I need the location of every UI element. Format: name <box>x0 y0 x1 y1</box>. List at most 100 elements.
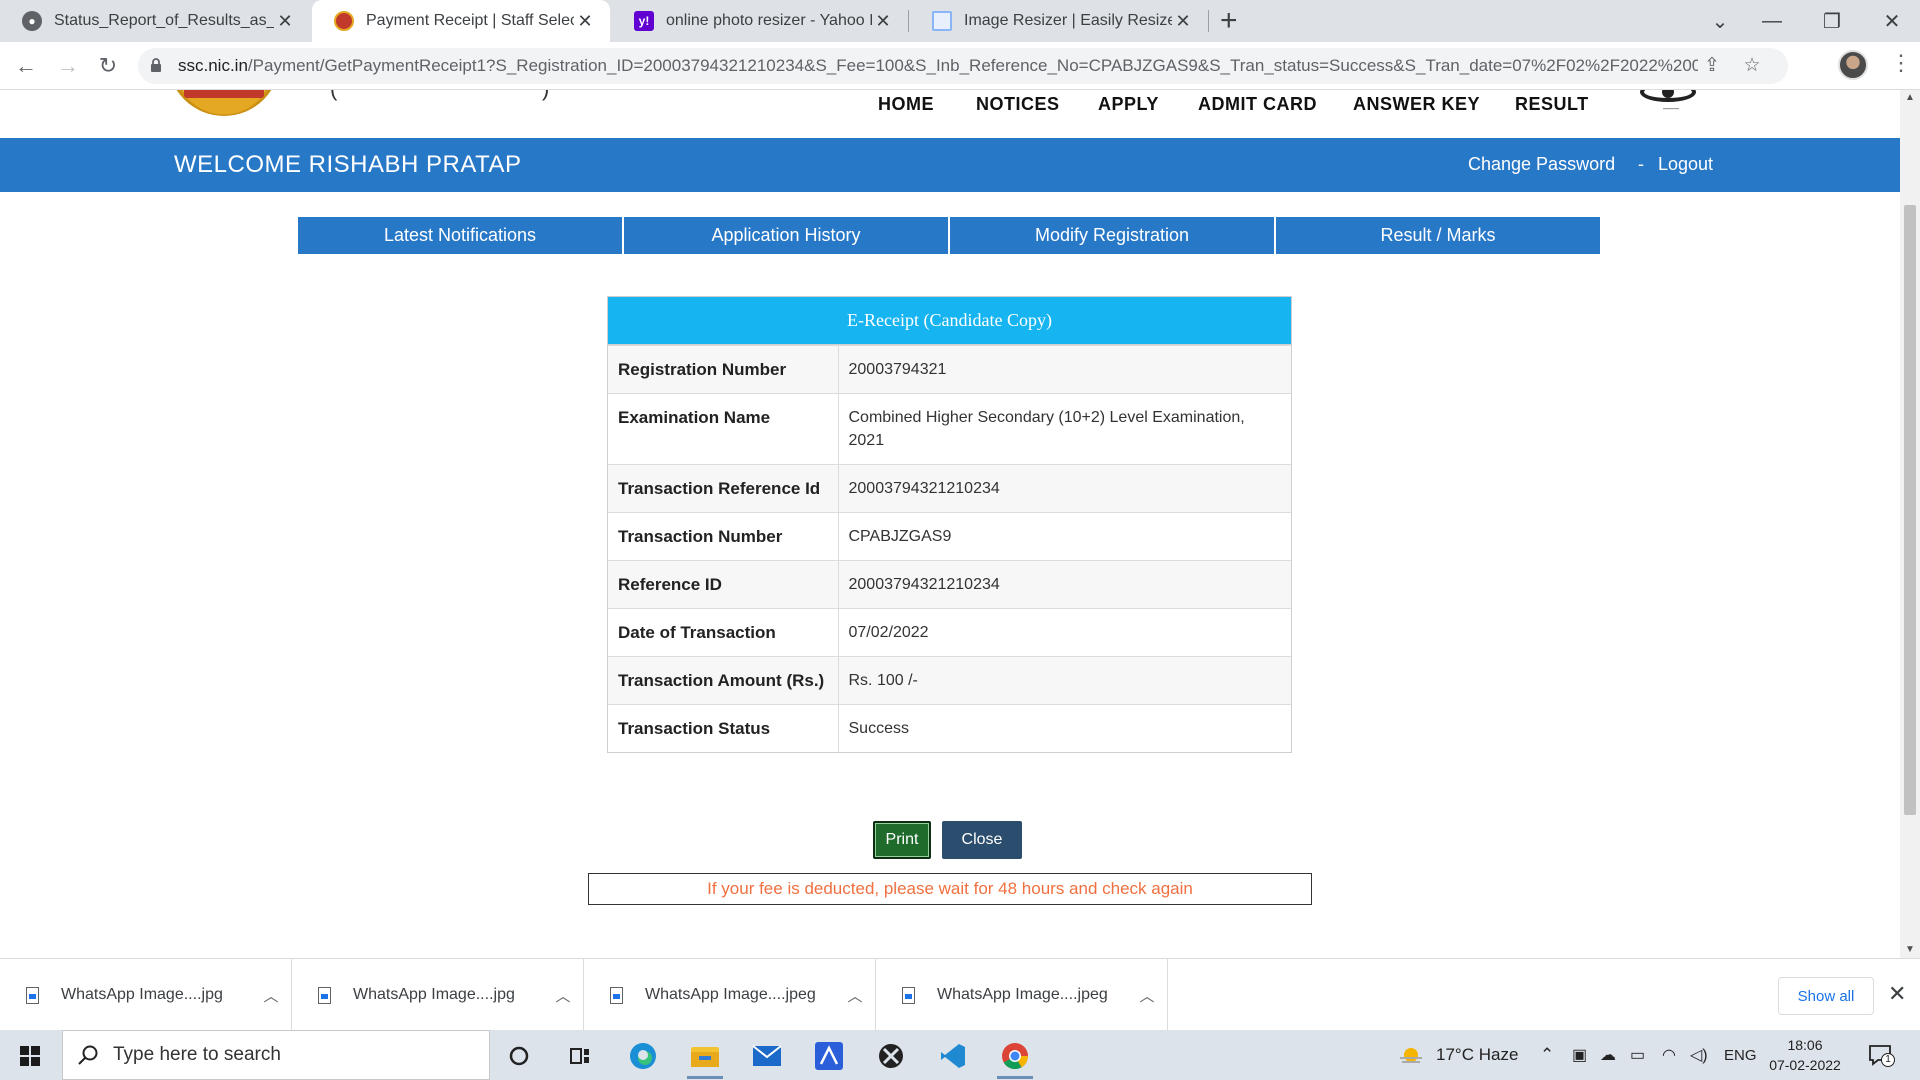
close-tab-icon[interactable]: ✕ <box>274 11 296 32</box>
tab-modify-registration[interactable]: Modify Registration <box>950 217 1276 254</box>
row-value: 20003794321 <box>838 345 1291 394</box>
tab-title: Payment Receipt | Staff Selection <box>366 12 574 29</box>
tab-divider <box>908 10 909 32</box>
nav-notices[interactable]: NOTICES <box>976 94 1060 115</box>
close-tab-icon[interactable]: ✕ <box>872 11 894 32</box>
browser-tab-active[interactable]: Payment Receipt | Staff Selection ✕ <box>312 0 610 42</box>
battery-icon[interactable]: ▭ <box>1630 1030 1645 1080</box>
image-file-icon <box>902 986 915 1004</box>
pen-app-icon[interactable] <box>812 1039 846 1073</box>
xbox-icon[interactable] <box>874 1039 908 1073</box>
download-filename: WhatsApp Image....jpg <box>353 986 515 1003</box>
close-shelf-icon[interactable]: ✕ <box>1888 981 1906 1007</box>
new-tab-plus-icon[interactable]: + <box>1220 4 1238 38</box>
mail-icon[interactable] <box>750 1039 784 1073</box>
windows-start-icon[interactable] <box>20 1046 40 1066</box>
e-receipt-panel: E-Receipt (Candidate Copy) Registration … <box>607 296 1292 753</box>
chrome-icon[interactable] <box>998 1039 1032 1073</box>
url-path: /Payment/GetPaymentReceipt1?S_Registrati… <box>247 56 1698 75</box>
scrollbar-thumb[interactable] <box>1904 205 1916 815</box>
show-all-downloads-button[interactable]: Show all <box>1778 977 1874 1015</box>
browser-tab[interactable]: y! online photo resizer - Yahoo Indi ✕ <box>612 0 908 42</box>
meet-now-icon[interactable]: ▣ <box>1572 1030 1587 1080</box>
scroll-up-arrow-icon[interactable]: ▲ <box>1905 92 1915 103</box>
clock-date: 07-02-2022 <box>1769 1057 1841 1073</box>
emblem-eye-shape <box>1640 90 1696 102</box>
nav-admit-card[interactable]: ADMIT CARD <box>1198 94 1317 115</box>
logout-link[interactable]: Logout <box>1658 154 1713 175</box>
header-text-fragment: ) <box>542 90 549 102</box>
row-value: 20003794321210234 <box>838 560 1291 609</box>
wifi-icon[interactable]: ◠ <box>1662 1030 1676 1080</box>
profile-avatar[interactable] <box>1838 50 1868 80</box>
nav-answer-key[interactable]: ANSWER KEY <box>1353 94 1480 115</box>
language-indicator[interactable]: ENG <box>1724 1030 1757 1080</box>
page-scrollbar[interactable]: ▲ ▼ <box>1900 90 1920 958</box>
lock-icon[interactable] <box>150 57 162 73</box>
nav-result[interactable]: RESULT <box>1515 94 1589 115</box>
tab-latest-notifications[interactable]: Latest Notifications <box>298 217 624 254</box>
table-row: Transaction Amount (Rs.) Rs. 100 /- <box>608 656 1291 705</box>
table-row: Transaction Status Success <box>608 704 1291 752</box>
page-viewport: ( ) HOME NOTICES APPLY ADMIT CARD ANSWER… <box>0 90 1900 958</box>
row-label: Transaction Number <box>608 512 839 561</box>
back-arrow-icon[interactable]: ← <box>10 50 42 82</box>
share-icon[interactable]: ⇪ <box>1700 54 1724 78</box>
download-item[interactable]: WhatsApp Image....jpeg ︿ <box>876 959 1168 1031</box>
download-shelf: WhatsApp Image....jpg ︿ WhatsApp Image..… <box>0 958 1920 1031</box>
taskbar-clock[interactable]: 18:06 07-02-2022 <box>1760 1035 1850 1075</box>
close-button[interactable]: Close <box>942 821 1022 859</box>
download-item[interactable]: WhatsApp Image....jpg ︿ <box>0 959 292 1031</box>
chevron-up-icon[interactable]: ︿ <box>543 985 583 1006</box>
change-password-link[interactable]: Change Password <box>1468 154 1615 175</box>
close-window-icon[interactable]: ✕ <box>1864 0 1920 42</box>
receipt-table: Registration Number 20003794321 Examinati… <box>608 345 1291 752</box>
link-separator: - <box>1638 154 1644 174</box>
close-tab-icon[interactable]: ✕ <box>574 11 596 32</box>
task-view-icon[interactable] <box>563 1039 597 1073</box>
url-text[interactable]: ssc.nic.in/Payment/GetPaymentReceipt1?S_… <box>178 56 1698 76</box>
browser-tab[interactable]: Image Resizer | Easily Resize Imag ✕ <box>910 0 1208 42</box>
row-label: Examination Name <box>608 393 839 465</box>
onedrive-cloud-icon[interactable]: ☁ <box>1600 1030 1616 1080</box>
chevron-up-icon[interactable]: ︿ <box>251 985 291 1006</box>
restore-icon[interactable]: ❐ <box>1804 0 1860 42</box>
menu-kebab-icon[interactable]: ⋮ <box>1890 50 1912 76</box>
download-filename: WhatsApp Image....jpg <box>61 986 223 1003</box>
taskbar-search-box[interactable]: Type here to search <box>62 1030 490 1080</box>
tray-chevron-up-icon[interactable]: ⌃ <box>1540 1030 1554 1080</box>
cortana-circle-icon[interactable] <box>502 1039 536 1073</box>
download-item[interactable]: WhatsApp Image....jpeg ︿ <box>584 959 876 1031</box>
weather-widget[interactable]: 17°C Haze <box>1398 1030 1518 1080</box>
nav-apply[interactable]: APPLY <box>1098 94 1159 115</box>
download-item[interactable]: WhatsApp Image....jpg ︿ <box>292 959 584 1031</box>
browser-tab[interactable]: ● Status_Report_of_Results_as_on_0 ✕ <box>0 0 310 42</box>
print-button[interactable]: Print <box>873 821 931 859</box>
reload-icon[interactable]: ↻ <box>92 50 124 82</box>
edge-browser-icon[interactable] <box>626 1039 660 1073</box>
chevron-up-icon[interactable]: ︿ <box>835 985 875 1006</box>
search-placeholder: Type here to search <box>113 1044 281 1065</box>
scroll-down-arrow-icon[interactable]: ▼ <box>1905 944 1915 955</box>
ssc-emblem-logo <box>168 90 280 116</box>
minimize-icon[interactable]: — <box>1744 0 1800 42</box>
address-bar[interactable]: ssc.nic.in/Payment/GetPaymentReceipt1?S_… <box>138 48 1788 84</box>
tab-application-history[interactable]: Application History <box>624 217 950 254</box>
bookmark-star-icon[interactable]: ☆ <box>1740 54 1764 78</box>
chevron-up-icon[interactable]: ︿ <box>1127 985 1167 1006</box>
file-explorer-icon[interactable] <box>688 1039 722 1073</box>
tab-title: Image Resizer | Easily Resize Imag <box>964 12 1172 29</box>
vscode-icon[interactable] <box>936 1039 970 1073</box>
image-file-icon <box>318 986 331 1004</box>
clock-time: 18:06 <box>1787 1037 1823 1053</box>
active-app-indicator <box>997 1076 1033 1079</box>
volume-icon[interactable]: ◁) <box>1690 1030 1708 1080</box>
row-value: 07/02/2022 <box>838 608 1291 657</box>
forward-arrow-icon[interactable]: → <box>52 50 84 82</box>
receipt-title: E-Receipt (Candidate Copy) <box>608 297 1291 345</box>
tab-search-chevron-icon[interactable]: ⌄ <box>1692 0 1748 42</box>
nav-home[interactable]: HOME <box>878 94 934 115</box>
notification-center-icon[interactable]: 1 <box>1868 1043 1895 1067</box>
close-tab-icon[interactable]: ✕ <box>1172 11 1194 32</box>
tab-result-marks[interactable]: Result / Marks <box>1276 217 1600 254</box>
